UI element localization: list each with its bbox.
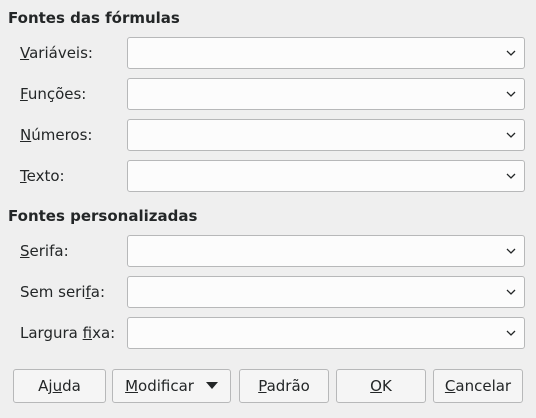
cancel-button[interactable]: Cancelar — [433, 369, 523, 403]
modify-button[interactable]: Modificar — [112, 369, 231, 403]
chevron-down-icon — [506, 173, 516, 179]
numbers-font-select[interactable] — [127, 119, 525, 151]
help-button[interactable]: Ajuda — [13, 369, 106, 403]
chevron-down-icon — [506, 91, 516, 97]
ok-button[interactable]: OK — [336, 369, 426, 403]
fixed-width-font-select[interactable] — [127, 317, 525, 349]
variables-font-select[interactable] — [127, 37, 525, 69]
chevron-down-icon — [506, 248, 516, 254]
label-functions: Funções: — [20, 85, 87, 103]
label-text: Texto: — [20, 167, 65, 185]
sans-serif-font-select[interactable] — [127, 276, 525, 308]
chevron-down-icon — [506, 132, 516, 138]
functions-font-select[interactable] — [127, 78, 525, 110]
serif-font-select[interactable] — [127, 235, 525, 267]
text-font-select[interactable] — [127, 160, 525, 192]
triangle-down-icon — [205, 382, 218, 389]
custom-fonts-title: Fontes personalizadas — [8, 207, 198, 225]
chevron-down-icon — [506, 330, 516, 336]
chevron-down-icon — [506, 289, 516, 295]
label-serif: Serifa: — [20, 242, 69, 260]
chevron-down-icon — [506, 50, 516, 56]
label-fixed-width: Largura fixa: — [20, 324, 116, 342]
label-variables: Variáveis: — [20, 44, 93, 62]
label-sans-serif: Sem serifa: — [20, 283, 106, 301]
default-button[interactable]: Padrão — [239, 369, 329, 403]
formula-fonts-title: Fontes das fórmulas — [8, 9, 180, 27]
label-numbers: Números: — [20, 126, 93, 144]
